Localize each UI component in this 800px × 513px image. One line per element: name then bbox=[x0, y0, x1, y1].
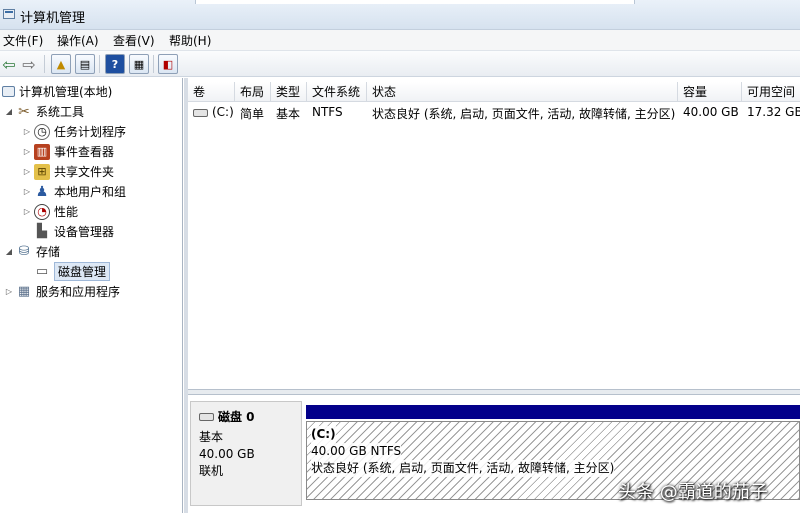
toolbar-separator bbox=[44, 55, 45, 73]
partition-name: (C:) bbox=[311, 426, 336, 443]
partition-header-bar bbox=[306, 405, 800, 419]
tree-item-device-manager[interactable]: ▙ 设备管理器 bbox=[34, 222, 114, 241]
disk-management-icon: ▭ bbox=[35, 264, 49, 279]
tree-item-task-scheduler[interactable]: ▷ ◷ 任务计划程序 bbox=[22, 122, 126, 141]
partition-size-fs: 40.00 GB NTFS bbox=[311, 443, 402, 460]
window-title: 计算机管理 bbox=[20, 11, 86, 26]
tree-item-performance[interactable]: ▷ ◔ 性能 bbox=[22, 202, 78, 221]
tree-item-system-tools[interactable]: ◢ ✂ 系统工具 bbox=[4, 102, 84, 121]
watermark: 头条 @霸道的茄子 bbox=[618, 482, 768, 503]
event-log-icon: ▥ bbox=[34, 143, 50, 160]
tree-item-services-apps[interactable]: ▷ ▦ 服务和应用程序 bbox=[4, 282, 120, 301]
collapsed-triangle-icon[interactable]: ▷ bbox=[22, 147, 32, 156]
forward-arrow-icon[interactable]: ⇨ bbox=[20, 54, 38, 74]
navigation-tree: 计算机管理(本地) ◢ ✂ 系统工具 ▷ ◷ 任务计划程序 ▷ ▥ 事件查看器 … bbox=[0, 78, 183, 513]
services-icon: ▦ bbox=[17, 284, 31, 299]
disk-info-box[interactable]: 磁盘 0 基本 40.00 GB 联机 bbox=[190, 401, 302, 506]
column-header-type[interactable]: 类型 bbox=[271, 82, 307, 102]
cell-free-space: 17.32 GB bbox=[747, 105, 800, 119]
toolbar-separator bbox=[153, 55, 154, 73]
collapsed-triangle-icon[interactable]: ▷ bbox=[22, 187, 32, 196]
disk-type: 基本 bbox=[199, 430, 224, 444]
collapsed-triangle-icon[interactable]: ▷ bbox=[4, 287, 14, 296]
cell-filesystem: NTFS bbox=[312, 105, 343, 119]
computer-management-icon bbox=[2, 86, 15, 97]
column-header-volume[interactable]: 卷 bbox=[188, 82, 235, 102]
storage-icon: ⛁ bbox=[18, 244, 30, 259]
expanded-triangle-icon[interactable]: ◢ bbox=[4, 247, 14, 256]
performance-gauge-icon: ◔ bbox=[34, 203, 50, 220]
column-header-layout[interactable]: 布局 bbox=[235, 82, 271, 102]
tree-item-event-viewer[interactable]: ▷ ▥ 事件查看器 bbox=[22, 142, 114, 161]
cell-layout: 简单 bbox=[240, 107, 265, 121]
tools-icon: ✂ bbox=[18, 103, 30, 120]
computer-management-icon bbox=[3, 9, 15, 19]
tree-item-disk-management[interactable]: ▭ 磁盘管理 bbox=[34, 262, 111, 281]
collapsed-triangle-icon[interactable]: ▷ bbox=[22, 127, 32, 136]
properties-icon[interactable]: ▦ bbox=[129, 54, 149, 74]
users-icon: ♟ bbox=[35, 183, 49, 200]
menu-bar: 文件(F) 操作(A) 查看(V) 帮助(H) bbox=[0, 30, 800, 50]
toolbar: ⇦ ⇨ ▲ ▤ ? ▦ ◧ bbox=[0, 50, 800, 77]
disk-settings-icon[interactable]: ◧ bbox=[158, 54, 178, 74]
cell-capacity: 40.00 GB bbox=[683, 105, 739, 119]
disk-state: 联机 bbox=[199, 464, 224, 478]
menu-file[interactable]: 文件(F) bbox=[3, 32, 43, 49]
shared-folder-icon: ⊞ bbox=[34, 163, 50, 180]
show-hide-tree-icon[interactable]: ▤ bbox=[75, 54, 95, 74]
drive-icon bbox=[193, 108, 208, 117]
table-header: 卷 布局 类型 文件系统 状态 容量 可用空间 bbox=[188, 82, 800, 102]
expanded-triangle-icon[interactable]: ◢ bbox=[4, 107, 14, 116]
menu-view[interactable]: 查看(V) bbox=[113, 32, 155, 49]
tree-item-root[interactable]: 计算机管理(本地) bbox=[2, 82, 112, 101]
column-header-status[interactable]: 状态 bbox=[367, 82, 678, 102]
up-folder-icon[interactable]: ▲ bbox=[51, 54, 71, 74]
tree-item-storage[interactable]: ◢ ⛁ 存储 bbox=[4, 242, 60, 261]
disk-title: 磁盘 0 bbox=[199, 408, 293, 425]
column-header-capacity[interactable]: 容量 bbox=[678, 82, 742, 102]
cell-status: 状态良好 (系统, 启动, 页面文件, 活动, 故障转储, 主分区) bbox=[372, 107, 676, 121]
partition-status: 状态良好 (系统, 启动, 页面文件, 活动, 故障转储, 主分区) bbox=[311, 460, 615, 477]
cell-type: 基本 bbox=[276, 107, 301, 121]
toolbar-separator bbox=[99, 55, 100, 73]
tree-item-shared-folders[interactable]: ▷ ⊞ 共享文件夹 bbox=[22, 162, 114, 181]
back-arrow-icon[interactable]: ⇦ bbox=[0, 54, 18, 74]
partition-info: (C:) 40.00 GB NTFS 状态良好 (系统, 启动, 页面文件, 活… bbox=[311, 426, 615, 477]
table-row[interactable]: (C:) 简单 基本 NTFS 状态良好 (系统, 启动, 页面文件, 活动, … bbox=[188, 104, 800, 122]
cell-volume: (C:) bbox=[188, 105, 235, 119]
title-bar: 计算机管理 bbox=[0, 0, 800, 30]
device-manager-icon: ▙ bbox=[37, 224, 47, 239]
tree-item-local-users[interactable]: ▷ ♟ 本地用户和组 bbox=[22, 182, 126, 201]
collapsed-triangle-icon[interactable]: ▷ bbox=[22, 167, 32, 176]
column-header-free-space[interactable]: 可用空间 bbox=[742, 82, 800, 102]
menu-help[interactable]: 帮助(H) bbox=[169, 32, 211, 49]
disk-size: 40.00 GB bbox=[199, 447, 255, 461]
help-icon[interactable]: ? bbox=[105, 54, 125, 74]
clock-icon: ◷ bbox=[34, 123, 50, 140]
column-header-filesystem[interactable]: 文件系统 bbox=[307, 82, 367, 102]
collapsed-triangle-icon[interactable]: ▷ bbox=[22, 207, 32, 216]
menu-action[interactable]: 操作(A) bbox=[57, 32, 99, 49]
disk-icon bbox=[199, 412, 214, 421]
top-strip bbox=[195, 0, 635, 4]
